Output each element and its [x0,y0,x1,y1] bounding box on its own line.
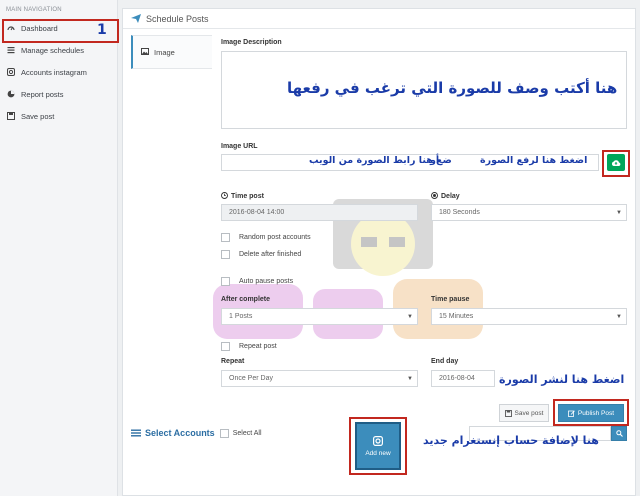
list-icon [131,429,141,437]
after-complete-select[interactable]: 1 Posts ▼ [221,308,418,325]
sidebar: MAIN NAVIGATION Dashboard Manage schedul… [0,0,118,496]
chevron-down-icon: ▼ [616,209,622,216]
schedule-form: Image Description هنا أكتب وصف للصورة ال… [219,33,631,493]
image-url-label: Image URL [221,143,258,150]
select-all-label: Select All [232,429,262,437]
pie-chart-icon [7,90,15,98]
select-accounts-header: Select Accounts Select All [131,428,262,438]
select-all-row[interactable]: Select All [219,428,262,438]
auto-pause-checkbox[interactable] [221,277,230,286]
list-icon [7,46,15,54]
random-accounts-row[interactable]: Random post accounts [221,233,311,242]
record-icon [431,192,438,201]
time-pause-label: Time pause [431,296,470,303]
sidebar-item-label: Manage schedules [21,45,84,55]
publish-annotation: اضغط هنا لنشر الصورة [499,373,625,386]
image-icon [141,47,149,57]
instagram-icon [7,68,15,76]
add-account-annotation: هنا لإضافة حساب إنستغرام جديد [423,434,599,447]
delay-select[interactable]: 180 Seconds ▼ [431,204,627,221]
delay-label: Delay [441,193,460,200]
image-description-label: Image Description [221,39,282,46]
schedule-panel: Schedule Posts Image Image Description ه… [122,8,636,496]
time-pause-select[interactable]: 15 Minutes ▼ [431,308,627,325]
publish-post-label: Publish Post [577,409,615,417]
chevron-down-icon: ▼ [616,313,622,320]
auto-pause-label: Auto pause posts [239,278,294,285]
after-complete-value: 1 Posts [229,313,253,320]
publish-post-button[interactable]: Publish Post [558,404,624,422]
time-post-input[interactable]: 2016-08-04 14:00 [221,204,418,221]
delete-after-checkbox[interactable] [221,250,230,259]
search-icon [615,430,623,437]
save-post-label: Save post [514,409,544,417]
panel-header: Schedule Posts [123,9,635,29]
step-number: 1 [97,22,107,38]
tab-image[interactable]: Image [131,35,212,69]
cloud-upload-icon [611,159,621,166]
repeat-select[interactable]: Once Per Day ▼ [221,370,418,387]
upload-annotation: اضغط هنا لرفع الصورة [480,155,588,166]
random-accounts-label: Random post accounts [239,234,311,241]
sidebar-item-accounts-instagram[interactable]: Accounts instagram [0,61,117,83]
save-icon [7,112,15,120]
upload-button[interactable] [607,154,625,171]
save-post-button[interactable]: Save post [499,404,549,422]
time-pause-value: 15 Minutes [439,313,474,320]
chevron-down-icon: ▼ [407,313,413,320]
tab-label: Image [154,47,175,57]
time-post-label: Time post [231,193,264,200]
repeat-post-checkbox[interactable] [221,342,230,351]
sidebar-item-label: Accounts instagram [21,67,87,77]
instagram-icon [373,435,383,446]
repeat-post-row[interactable]: Repeat post [221,342,277,351]
auto-pause-row[interactable]: Auto pause posts [221,277,293,286]
repeat-post-label: Repeat post [239,343,277,350]
sidebar-item-report-posts[interactable]: Report posts [0,83,117,105]
sidebar-item-save-post[interactable]: Save post [0,105,117,127]
edit-icon [568,409,575,417]
save-icon [504,409,512,417]
description-annotation: هنا أكتب وصف للصورة التي ترغب في رفعها [287,79,618,97]
select-accounts-title: Select Accounts [145,428,215,438]
time-post-label-wrap: Time post [221,192,264,201]
delay-label-wrap: Delay [431,192,460,201]
select-all-checkbox[interactable] [219,428,229,438]
after-complete-label: After complete [221,296,271,303]
sidebar-item-label: Report posts [21,89,64,99]
delete-after-label: Delete after finished [239,251,302,258]
search-button[interactable] [611,426,627,441]
end-day-input[interactable]: 2016-08-04 [431,370,495,387]
delay-value: 180 Seconds [439,209,480,216]
repeat-label: Repeat [221,358,245,365]
paper-plane-icon [131,14,141,23]
add-new-account-button[interactable]: Add new [355,422,401,470]
clock-icon [221,192,228,201]
chevron-down-icon: ▼ [407,375,413,382]
sidebar-item-label: Save post [21,111,55,121]
delete-after-row[interactable]: Delete after finished [221,250,301,259]
repeat-value: Once Per Day [229,375,273,382]
end-day-label: End day [431,358,459,365]
random-accounts-checkbox[interactable] [221,233,230,242]
or-annotation: أو [430,155,440,166]
add-new-label: Add new [365,449,391,457]
page-title: Schedule Posts [146,13,209,24]
nav-heading: MAIN NAVIGATION [6,7,62,13]
